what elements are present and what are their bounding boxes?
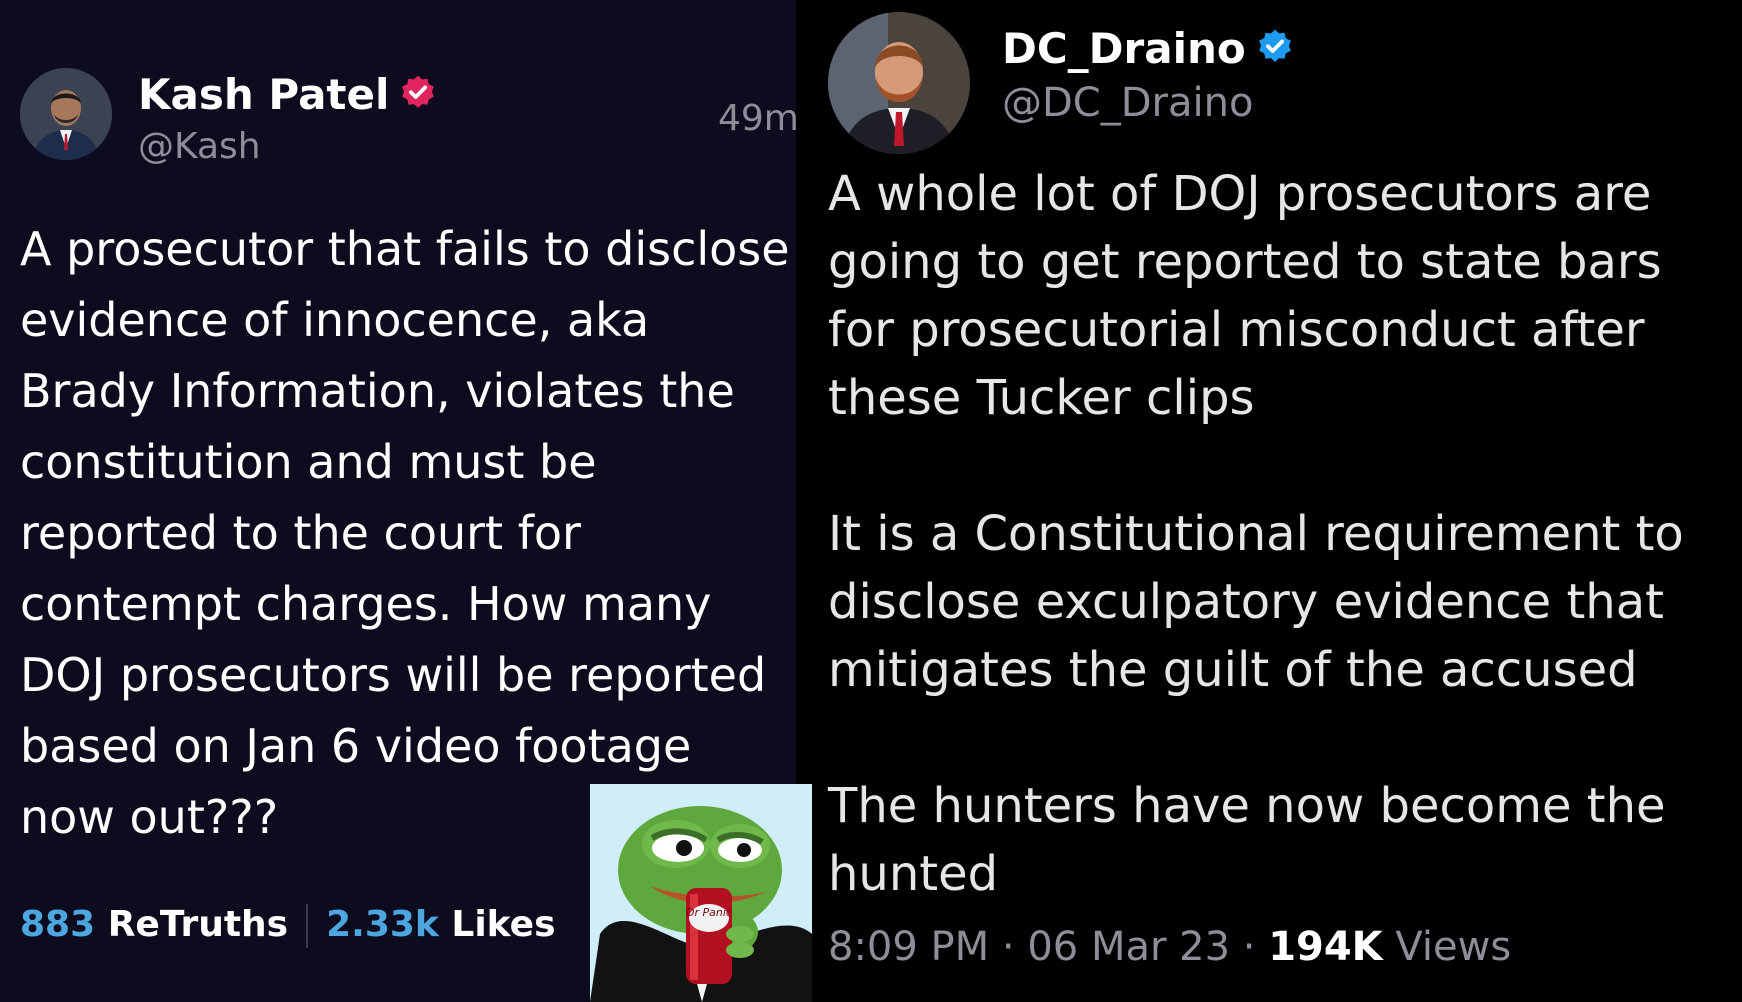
author-name-text: Kash Patel [138,70,390,119]
views-count: 194K [1268,924,1383,970]
views-label: Views [1395,924,1512,970]
retruths-count: 883 [20,904,96,945]
meta-separator: · [1001,924,1015,970]
likes-stat[interactable]: 2.33k Likes [326,904,555,945]
avatar[interactable] [828,12,970,154]
retruths-label: ReTruths [107,904,289,945]
author-name[interactable]: DC_Draino [1002,24,1294,76]
post-timestamp[interactable]: 49m [718,98,796,139]
post-time[interactable]: 8:09 PM [828,924,989,970]
post-meta: 8:09 PM · 06 Mar 23 · 194K Views [828,924,1511,970]
post-paragraph: The hunters have now become the hunted [828,778,1666,902]
meta-separator: · [1242,924,1256,970]
verified-badge-icon [399,73,437,122]
meme-image: Dr Panic [590,784,812,1002]
author-handle[interactable]: @DC_Draino [1002,80,1253,126]
profile-photo-icon [20,68,112,160]
post-body: A whole lot of DOJ prosecutors are going… [828,160,1728,976]
right-post-panel: DC_Draino @DC_Draino A whole lot of DOJ … [796,0,1742,1002]
post-date[interactable]: 06 Mar 23 [1027,924,1230,970]
avatar[interactable] [20,68,112,160]
views-stat[interactable]: 194K Views [1268,924,1511,970]
post-paragraph: It is a Constitutional requirement to di… [828,506,1684,698]
author-name[interactable]: Kash Patel [138,70,437,122]
post-body: A prosecutor that fails to disclose evid… [20,222,790,844]
verified-badge-icon [1256,27,1294,76]
pepe-frog-sipping-soda-icon: Dr Panic [590,784,812,1002]
likes-count: 2.33k [326,904,439,945]
post-stats: 883 ReTruths 2.33k Likes [20,904,556,948]
stats-divider [306,904,309,948]
author-handle[interactable]: @Kash [138,126,261,167]
soda-can-text: Dr Panic [686,906,732,919]
post-paragraph: A whole lot of DOJ prosecutors are going… [828,166,1662,426]
author-name-text: DC_Draino [1002,24,1246,73]
retruths-stat[interactable]: 883 ReTruths [20,904,288,945]
profile-photo-icon [828,12,970,154]
likes-label: Likes [451,904,556,945]
